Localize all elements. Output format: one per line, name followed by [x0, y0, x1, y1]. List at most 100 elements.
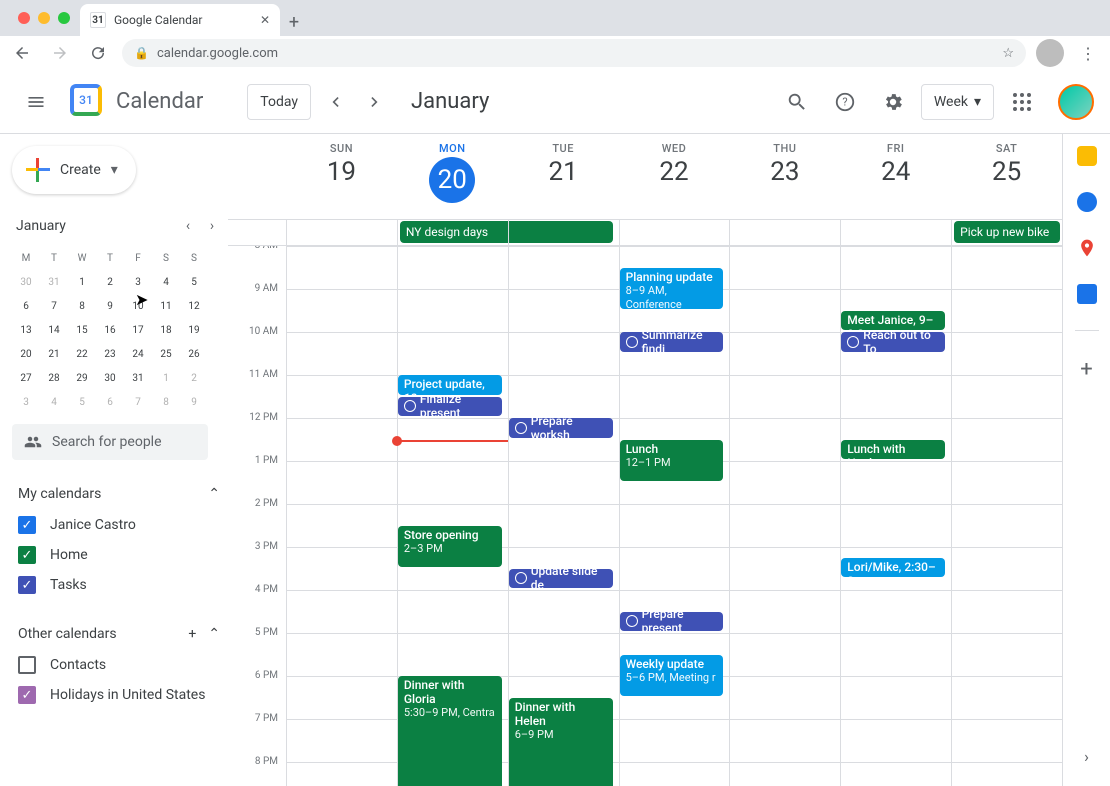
mini-day[interactable]: 30: [96, 366, 124, 390]
hour-cell[interactable]: [951, 762, 1062, 786]
allday-slot[interactable]: Pick up new bike: [951, 220, 1062, 245]
checkbox[interactable]: ✓: [18, 576, 36, 594]
collapse-icon[interactable]: ⌃: [208, 626, 220, 642]
mini-day[interactable]: 28: [40, 366, 68, 390]
hour-cell[interactable]: [729, 719, 840, 762]
new-tab-button[interactable]: +: [280, 8, 308, 36]
chrome-menu[interactable]: ⋮: [1074, 39, 1102, 67]
hour-cell[interactable]: [286, 332, 397, 375]
hour-cell[interactable]: [729, 332, 840, 375]
day-column-header[interactable]: SUN19: [286, 134, 397, 219]
mini-day[interactable]: 1: [68, 270, 96, 294]
hour-cell[interactable]: [619, 547, 730, 590]
day-column-header[interactable]: THU23: [729, 134, 840, 219]
hour-cell[interactable]: [619, 375, 730, 418]
hour-cell[interactable]: [951, 332, 1062, 375]
hour-cell[interactable]: [286, 719, 397, 762]
mini-day[interactable]: 26: [180, 342, 208, 366]
hour-cell[interactable]: [508, 332, 619, 375]
collapse-icon[interactable]: ⌃: [208, 486, 220, 502]
mini-day[interactable]: 18: [152, 318, 180, 342]
close-tab-icon[interactable]: ✕: [260, 13, 270, 27]
event-chip[interactable]: Planning update8–9 AM, Conference: [620, 268, 724, 309]
day-column-header[interactable]: SAT25: [951, 134, 1062, 219]
mini-day[interactable]: 4: [40, 390, 68, 414]
menu-icon[interactable]: [16, 82, 56, 122]
hour-cell[interactable]: [729, 418, 840, 461]
hour-cell[interactable]: [840, 762, 951, 786]
allday-slot[interactable]: [729, 220, 840, 245]
maximize-window[interactable]: [58, 12, 70, 24]
allday-slot[interactable]: [840, 220, 951, 245]
day-column-header[interactable]: MON20: [397, 134, 508, 219]
hour-cell[interactable]: [951, 676, 1062, 719]
task-chip[interactable]: Summarize findi: [620, 332, 724, 352]
hour-cell[interactable]: [951, 504, 1062, 547]
hour-cell[interactable]: [840, 590, 951, 633]
mini-day[interactable]: 8: [152, 390, 180, 414]
mini-day[interactable]: 5: [180, 270, 208, 294]
hour-cell[interactable]: [951, 289, 1062, 332]
mini-day[interactable]: 13: [12, 318, 40, 342]
hour-cell[interactable]: [729, 375, 840, 418]
reload-button[interactable]: [84, 39, 112, 67]
search-people-input[interactable]: Search for people: [12, 424, 208, 460]
hour-cell[interactable]: [951, 633, 1062, 676]
forward-button[interactable]: [46, 39, 74, 67]
mini-day[interactable]: 23: [96, 342, 124, 366]
mini-day[interactable]: 7: [124, 390, 152, 414]
browser-tab[interactable]: 31 Google Calendar ✕: [80, 4, 280, 36]
hour-cell[interactable]: [619, 762, 730, 786]
hour-cell[interactable]: [286, 418, 397, 461]
hour-cell[interactable]: [840, 375, 951, 418]
address-bar[interactable]: 🔒 calendar.google.com ☆: [122, 39, 1026, 67]
allday-slot[interactable]: [619, 220, 730, 245]
day-column-header[interactable]: WED22: [619, 134, 730, 219]
hour-cell[interactable]: [729, 289, 840, 332]
hour-cell[interactable]: [286, 461, 397, 504]
hour-cell[interactable]: [951, 375, 1062, 418]
mini-next[interactable]: ›: [200, 214, 224, 238]
event-chip[interactable]: Meet Janice, 9–9:3: [841, 311, 945, 331]
add-calendar-icon[interactable]: +: [188, 626, 196, 642]
mini-day[interactable]: 6: [12, 294, 40, 318]
checkbox[interactable]: ✓: [18, 546, 36, 564]
mini-day[interactable]: 2: [96, 270, 124, 294]
hour-cell[interactable]: [508, 504, 619, 547]
event-chip[interactable]: Project update, 10: [398, 375, 502, 395]
hour-cell[interactable]: [951, 719, 1062, 762]
hour-cell[interactable]: [286, 504, 397, 547]
mini-day[interactable]: 25: [152, 342, 180, 366]
mini-day[interactable]: 24: [124, 342, 152, 366]
account-avatar[interactable]: [1058, 84, 1094, 120]
hour-cell[interactable]: [286, 762, 397, 786]
hour-cell[interactable]: [840, 461, 951, 504]
hour-cell[interactable]: [729, 547, 840, 590]
event-chip[interactable]: Lunch with Noah,: [841, 440, 945, 460]
hour-grid[interactable]: 8 AM9 AM10 AM11 AM12 PM1 PM2 PM3 PM4 PM5…: [228, 246, 1062, 786]
mini-day[interactable]: 4: [152, 270, 180, 294]
calendar-item[interactable]: ✓Holidays in United States: [12, 680, 228, 710]
mini-day[interactable]: 21: [40, 342, 68, 366]
maps-icon[interactable]: [1077, 238, 1097, 258]
task-chip[interactable]: Finalize present: [398, 397, 502, 417]
hour-cell[interactable]: [729, 590, 840, 633]
mini-grid[interactable]: MTWTFSS303112345678910111213141516171819…: [12, 246, 228, 414]
help-icon[interactable]: ?: [825, 82, 865, 122]
hour-cell[interactable]: [397, 332, 508, 375]
hour-cell[interactable]: [397, 461, 508, 504]
event-chip[interactable]: Lunch12–1 PM: [620, 440, 724, 481]
hour-cell[interactable]: [397, 633, 508, 676]
keep-icon[interactable]: [1077, 146, 1097, 166]
mini-day[interactable]: 30: [12, 270, 40, 294]
mini-day[interactable]: 17: [124, 318, 152, 342]
hour-cell[interactable]: [286, 547, 397, 590]
checkbox[interactable]: ✓: [18, 686, 36, 704]
prev-week-button[interactable]: [319, 86, 351, 118]
mini-day[interactable]: 16: [96, 318, 124, 342]
tasks-icon[interactable]: [1077, 192, 1097, 212]
mini-day[interactable]: 31: [124, 366, 152, 390]
task-chip[interactable]: Update slide de: [509, 569, 613, 589]
hour-cell[interactable]: [951, 246, 1062, 289]
mini-day[interactable]: 3: [12, 390, 40, 414]
